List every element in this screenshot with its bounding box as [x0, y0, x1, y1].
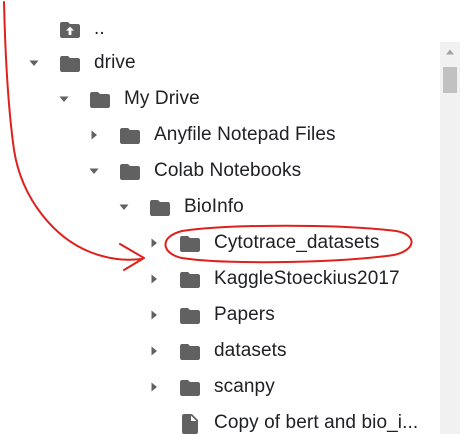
folder-icon — [118, 160, 142, 184]
folder-icon — [58, 52, 82, 76]
tree-item-bioinfo[interactable]: BioInfo — [0, 189, 438, 225]
folder-icon — [148, 196, 172, 220]
folder-icon — [178, 268, 202, 292]
tree-item-label: Copy of bert and bio_i... — [214, 412, 419, 433]
tree-item-colab-notebooks[interactable]: Colab Notebooks — [0, 153, 438, 189]
folder-icon — [178, 232, 202, 256]
tree-item-label: Anyfile Notepad Files — [154, 124, 336, 145]
folder-icon — [178, 304, 202, 328]
scroll-up-arrow-icon[interactable] — [440, 42, 460, 62]
chevron-right-icon[interactable] — [86, 127, 102, 143]
folder-icon — [118, 124, 142, 148]
tree-item-label: .. — [94, 18, 105, 39]
chevron-right-icon[interactable] — [146, 307, 162, 323]
folder-icon — [88, 88, 112, 112]
file-icon — [178, 412, 202, 434]
tree-item-label: KaggleStoeckius2017 — [214, 268, 400, 289]
tree-item-anyfile-notepad-files[interactable]: Anyfile Notepad Files — [0, 117, 438, 153]
tree-item-label: Papers — [214, 304, 275, 325]
chevron-down-icon[interactable] — [116, 199, 132, 215]
vertical-scrollbar[interactable] — [440, 42, 460, 434]
tree-item-kagglestoeckius2017[interactable]: KaggleStoeckius2017 — [0, 261, 438, 297]
tree-item-papers[interactable]: Papers — [0, 297, 438, 333]
chevron-right-icon[interactable] — [146, 343, 162, 359]
tree-item-label: datasets — [214, 340, 287, 361]
tree-item-label: Cytotrace_datasets — [214, 232, 380, 253]
chevron-down-icon[interactable] — [86, 163, 102, 179]
tree-item-parent[interactable]: .. — [0, 11, 438, 47]
file-browser-panel: .. drive My Drive Anyfile Notepad Files — [0, 0, 460, 434]
folder-icon — [178, 340, 202, 364]
tree-item-my-drive[interactable]: My Drive — [0, 81, 438, 117]
tree-item-label: scanpy — [214, 376, 275, 397]
chevron-down-icon[interactable] — [56, 91, 72, 107]
tree-item-datasets[interactable]: datasets — [0, 333, 438, 369]
tree-item-label: drive — [94, 52, 136, 73]
scrollbar-thumb[interactable] — [443, 67, 457, 93]
chevron-down-icon[interactable] — [26, 55, 42, 71]
tree-item-notebook-file[interactable]: Copy of bert and bio_i... — [0, 405, 438, 434]
chevron-right-icon[interactable] — [146, 271, 162, 287]
chevron-right-icon[interactable] — [146, 379, 162, 395]
tree-item-drive[interactable]: drive — [0, 45, 438, 81]
tree-item-label: BioInfo — [184, 196, 244, 217]
folder-up-icon — [58, 18, 82, 42]
tree-item-scanpy[interactable]: scanpy — [0, 369, 438, 405]
folder-icon — [178, 376, 202, 400]
tree-item-label: Colab Notebooks — [154, 160, 302, 181]
chevron-right-icon[interactable] — [146, 235, 162, 251]
tree-item-cytotrace-datasets[interactable]: Cytotrace_datasets — [0, 225, 438, 261]
tree-item-label: My Drive — [124, 88, 200, 109]
